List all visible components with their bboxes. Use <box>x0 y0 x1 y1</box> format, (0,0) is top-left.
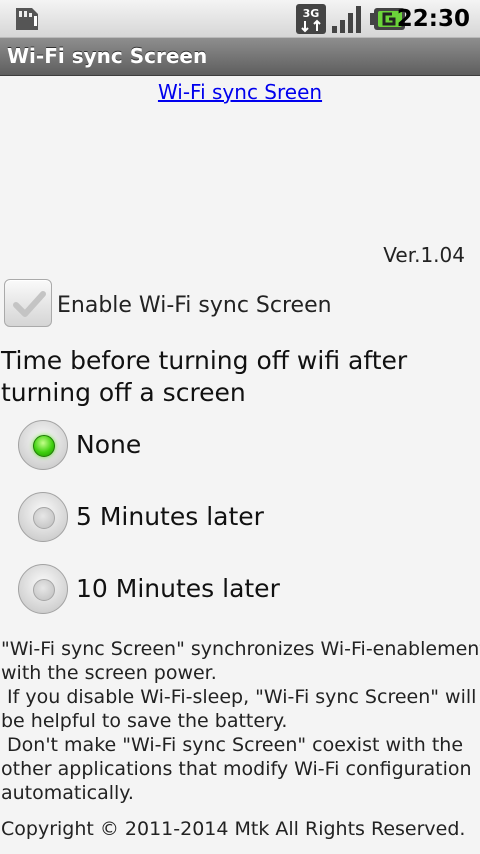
radio-selected-indicator <box>33 435 55 457</box>
radio-button[interactable] <box>18 564 68 614</box>
description-line: "Wi-Fi sync Screen" synchronizes Wi-Fi-e… <box>1 638 480 660</box>
description-line: with the screen power. <box>1 662 217 684</box>
radio-option-none[interactable]: None <box>18 420 458 472</box>
network-type-text: 3G <box>303 7 320 20</box>
enable-checkbox-row[interactable]: Enable Wi-Fi sync Screen <box>4 279 474 329</box>
description-text: "Wi-Fi sync Screen" synchronizes Wi-Fi-e… <box>1 637 480 805</box>
radio-option-10-minutes[interactable]: 10 Minutes later <box>18 564 458 616</box>
description-line: be helpful to save the battery. <box>1 710 288 732</box>
radio-label: 5 Minutes later <box>76 502 264 531</box>
app-link[interactable]: Wi-Fi sync Sreen <box>0 80 480 104</box>
3g-data-icon: 3G <box>296 4 326 34</box>
status-bar: 3G 22:30 <box>0 0 480 38</box>
version-label: Ver.1.04 <box>383 243 465 267</box>
radio-option-5-minutes[interactable]: 5 Minutes later <box>18 492 458 544</box>
status-clock: 22:30 <box>396 6 470 32</box>
enable-checkbox-label: Enable Wi-Fi sync Screen <box>57 293 332 318</box>
radio-unselected-indicator <box>33 507 55 529</box>
app-title: Wi-Fi sync Screen <box>7 44 208 68</box>
checkmark-icon <box>13 291 46 317</box>
description-line: other applications that modify Wi-Fi con… <box>1 758 472 780</box>
signal-strength-icon <box>332 6 361 33</box>
radio-button[interactable] <box>18 492 68 542</box>
radio-label: 10 Minutes later <box>76 574 280 603</box>
radio-unselected-indicator <box>33 579 55 601</box>
description-line: If you disable Wi-Fi-sleep, "Wi-Fi sync … <box>1 686 477 708</box>
radio-button[interactable] <box>18 420 68 470</box>
description-line: Don't make "Wi-Fi sync Screen" coexist w… <box>1 734 464 756</box>
radio-label: None <box>76 430 142 459</box>
enable-checkbox[interactable] <box>4 279 52 327</box>
description-line: automatically. <box>1 782 134 804</box>
timeout-question: Time before turning off wifi after turni… <box>1 346 408 407</box>
sd-card-icon <box>16 8 38 30</box>
copyright-text: Copyright © 2011-2014 Mtk All Rights Res… <box>1 818 466 840</box>
title-bar: Wi-Fi sync Screen <box>0 38 480 76</box>
